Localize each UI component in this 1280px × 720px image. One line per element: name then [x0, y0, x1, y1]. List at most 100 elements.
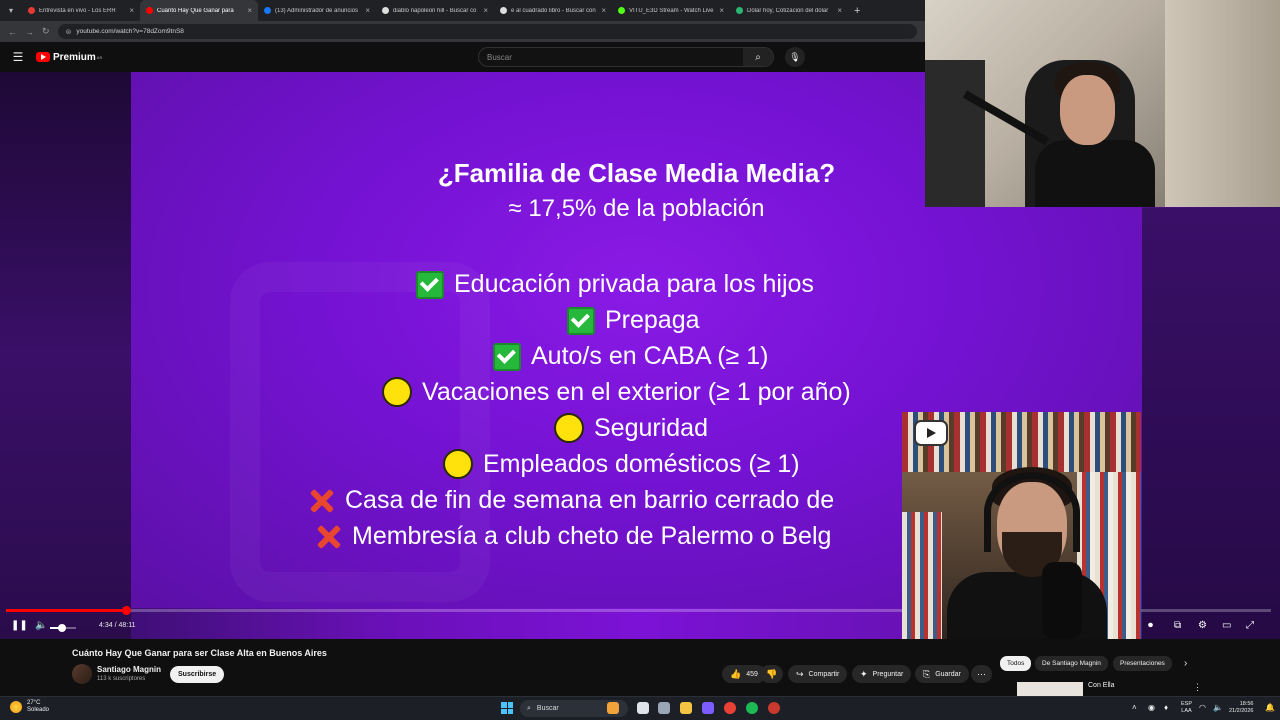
calculator-icon[interactable] [658, 702, 670, 714]
microphone-icon[interactable]: 🎙 [785, 47, 805, 67]
task-view-icon[interactable] [637, 702, 649, 714]
tray-app-icon[interactable]: ◉ [1148, 703, 1155, 712]
tab-favicon-icon [146, 7, 153, 14]
tab-close-icon[interactable]: × [837, 6, 842, 15]
tab-title: Entrevista en vivo - Los ERR [39, 7, 116, 14]
tab-close-icon[interactable]: × [129, 6, 134, 15]
taskbar-clock[interactable]: 18:56 21/2/2026 [1229, 701, 1253, 715]
more-dots-icon: ⋯ [977, 668, 986, 679]
chip-all[interactable]: Todos [1000, 656, 1032, 671]
slide-item: Empleados domésticos (≥ 1) [443, 449, 800, 479]
search-icon: ⌕ [527, 704, 531, 712]
slide-item: Educación privada para los hijos [416, 270, 814, 299]
channel-avatar[interactable] [72, 664, 92, 684]
ask-label: Preguntar [872, 670, 904, 678]
volume-icon[interactable]: 🔈 [35, 620, 47, 631]
discord-icon[interactable] [702, 702, 714, 714]
notifications-icon[interactable]: 🔔 [1265, 703, 1275, 712]
play-button-award-icon [916, 422, 946, 444]
url-bar[interactable]: ⊜ youtube.com/watch?v=78dZom9tnS8 [57, 24, 917, 39]
tab-favicon-icon [618, 7, 625, 14]
search-icon[interactable]: ⌕ [743, 48, 773, 66]
site-info-icon[interactable]: ⊜ [66, 28, 72, 36]
address-bar-row: ← → ↻ ⊜ youtube.com/watch?v=78dZom9tnS8 [0, 21, 925, 42]
reload-icon[interactable]: ↻ [42, 26, 50, 37]
tab-title: Cuánto Hay Que Ganar para [157, 7, 234, 14]
save-label: Guardar [935, 670, 961, 678]
sparkle-icon: ✦ [860, 668, 868, 679]
volume-knob[interactable] [57, 624, 66, 632]
chevron-right-icon[interactable]: › [1184, 658, 1187, 669]
tray-overflow-icon[interactable]: ˄ [1132, 703, 1137, 712]
tab-close-icon[interactable]: × [719, 6, 724, 15]
tab-title: (13) Administrador de anuncios [275, 7, 359, 14]
tab-title: Dólar hoy, Cotización del dólar [747, 7, 829, 14]
volume-slider[interactable] [50, 624, 76, 632]
tab-close-icon[interactable]: × [601, 6, 606, 15]
chrome-icon[interactable] [724, 702, 736, 714]
chip-from-channel[interactable]: De Santiago Magnin [1035, 656, 1108, 671]
cross-icon [314, 523, 342, 551]
tab-title: VITU_E3D Stream - Watch Live [629, 7, 714, 14]
back-icon[interactable]: ← [8, 27, 17, 37]
recommendation-title[interactable]: Con Ella [1088, 682, 1114, 689]
slide-item-text: Auto/s en CABA (≥ 1) [531, 342, 769, 370]
tab-favicon-icon [500, 7, 507, 14]
search-input[interactable] [479, 48, 743, 66]
url-text: youtube.com/watch?v=78dZom9tnS8 [76, 28, 184, 35]
browser-tab[interactable]: diablo napoleon hill - Buscar co × [376, 0, 494, 21]
share-label: Compartir [808, 670, 840, 678]
youtube-premium-logo[interactable]: Premium AR [36, 52, 102, 63]
new-tab-button[interactable]: + [848, 5, 860, 17]
slide-item: Vacaciones en el exterior (≥ 1 por año) [382, 377, 851, 407]
channel-name[interactable]: Santiago Magnin [97, 665, 161, 674]
windows-start-icon[interactable] [501, 702, 513, 714]
browser-tab-strip: ▾ Entrevista en vivo - Los ERR × Cuánto Ha… [0, 0, 925, 21]
weather-widget[interactable]: 27°C Soleado [10, 700, 49, 714]
fullscreen-icon[interactable]: ⤢ [1246, 620, 1254, 631]
subtitles-icon[interactable]: ⧉ [1174, 620, 1181, 631]
search-box: ⌕ [478, 47, 774, 67]
slide-item-text: Casa de fin de semana en barrio cerrado … [345, 486, 835, 514]
widget-icon[interactable] [607, 702, 619, 714]
more-vertical-icon[interactable]: ⋮ [1193, 682, 1202, 693]
autoplay-toggle-icon[interactable]: ⏺ [1148, 620, 1153, 631]
browser-tab[interactable]: Entrevista en vivo - Los ERR × [22, 0, 140, 21]
presenter-webcam [902, 412, 1141, 639]
video-title: Cuánto Hay Que Ganar para ser Clase Alta… [72, 648, 327, 658]
speaker-icon[interactable]: 🔈 [1213, 703, 1223, 712]
browser-tab[interactable]: VITU_E3D Stream - Watch Live × [612, 0, 730, 21]
browser-tab[interactable]: (13) Administrador de anuncios × [258, 0, 376, 21]
recommendation-thumbnail[interactable] [1017, 682, 1083, 696]
tab-close-icon[interactable]: × [247, 6, 252, 15]
tab-list-dropdown-icon[interactable]: ▾ [0, 0, 22, 21]
ask-button[interactable]: ✦ Preguntar [852, 665, 912, 683]
slide-item-text: Membresía a club cheto de Palermo o Belg [352, 522, 832, 550]
chip-presentations[interactable]: Presentaciones [1113, 656, 1172, 671]
app-icon[interactable] [768, 702, 780, 714]
settings-gear-icon[interactable]: ⚙ [1198, 620, 1207, 631]
tab-close-icon[interactable]: × [365, 6, 370, 15]
browser-tab[interactable]: e al cuadrado libro - Buscar con × [494, 0, 612, 21]
weather-temp: 27°C [27, 700, 41, 706]
dislike-button[interactable]: 👎 [760, 665, 784, 683]
tab-close-icon[interactable]: × [483, 6, 488, 15]
pause-icon[interactable]: ❚❚ [11, 620, 28, 631]
tray-mic-icon[interactable]: ♦ [1164, 703, 1168, 712]
tab-favicon-icon [264, 7, 271, 14]
browser-tab[interactable]: Cuánto Hay Que Ganar para × [140, 0, 258, 21]
logo-country: AR [96, 54, 103, 60]
forward-icon[interactable]: → [25, 27, 34, 37]
language-indicator[interactable]: ESP LAA [1181, 701, 1192, 715]
bookmark-icon: ⎘ [923, 668, 931, 679]
file-explorer-icon[interactable] [680, 702, 692, 714]
wifi-icon[interactable]: ◠ [1199, 703, 1206, 712]
spotify-icon[interactable] [746, 702, 758, 714]
theater-mode-icon[interactable]: ▭ [1222, 620, 1231, 631]
share-button[interactable]: ↪ Compartir [788, 665, 848, 683]
save-button[interactable]: ⎘ Guardar [915, 665, 969, 683]
more-actions-button[interactable]: ⋯ [971, 665, 992, 683]
menu-icon[interactable]: ☰ [0, 50, 36, 64]
browser-tab[interactable]: Dólar hoy, Cotización del dólar × [730, 0, 848, 21]
subscribe-button[interactable]: Suscribirse [170, 666, 225, 683]
